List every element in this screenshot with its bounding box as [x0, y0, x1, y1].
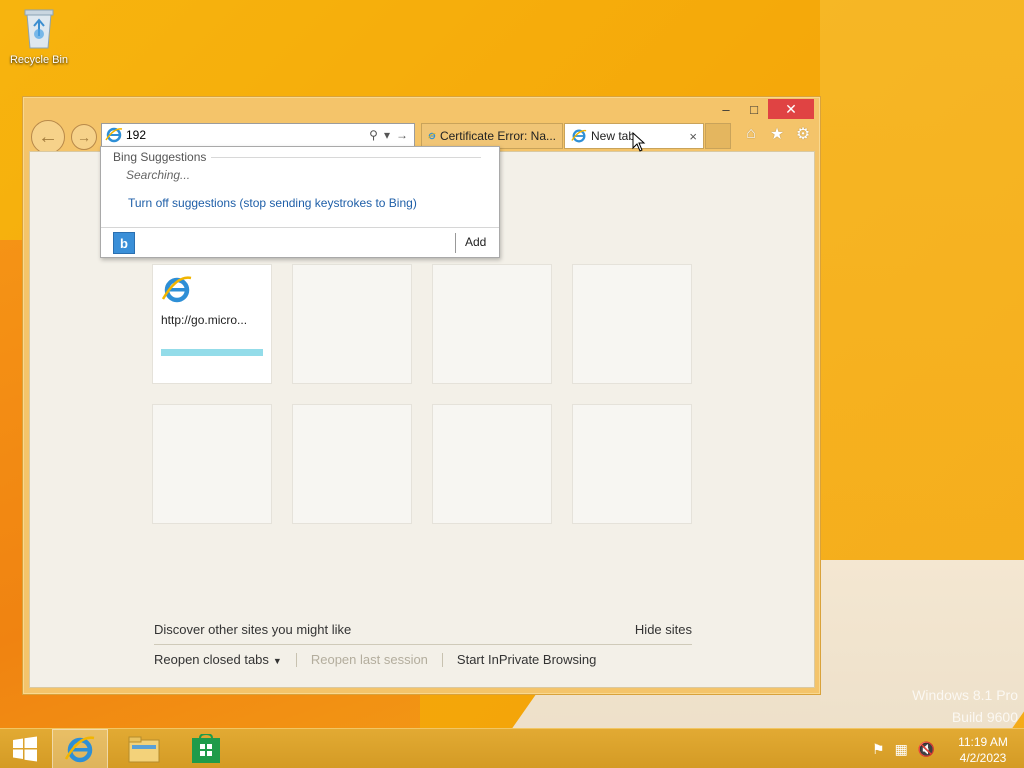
turn-off-suggestions-link[interactable]: Turn off suggestions (stop sending keyst… [128, 196, 417, 210]
folder-icon [128, 736, 160, 763]
add-search-provider-button[interactable]: Add [465, 235, 486, 249]
recycle-bin-icon [23, 6, 55, 50]
start-button[interactable] [0, 729, 50, 768]
divider [455, 233, 456, 253]
inprivate-button[interactable]: Start InPrivate Browsing [457, 652, 596, 667]
hide-sites-link[interactable]: Hide sites [635, 622, 692, 637]
clock-date: 4/2/2023 [959, 751, 1007, 765]
divider [441, 652, 443, 667]
tile-activity-bar [161, 349, 263, 356]
site-tile[interactable]: http://go.micro... [152, 264, 272, 384]
discover-link[interactable]: Discover other sites you might like [154, 622, 351, 637]
taskbar-ie-button[interactable] [52, 729, 108, 768]
ie-icon [571, 129, 587, 143]
site-tile[interactable] [432, 264, 552, 384]
clock-time: 11:19 AM [958, 735, 1008, 749]
reopen-row: Reopen closed tabs ▼ Reopen last session … [154, 652, 596, 667]
tab-label: New tab [591, 129, 636, 143]
caption-buttons: – □ ✕ [712, 99, 814, 119]
suggestions-status: Searching... [126, 168, 191, 182]
close-tab-icon[interactable]: × [689, 129, 697, 144]
new-tab-button[interactable] [705, 123, 731, 149]
minimize-button[interactable]: – [712, 99, 740, 119]
suggestions-header: Bing Suggestions [113, 150, 207, 164]
action-center-flag-icon[interactable]: ⚑ [872, 741, 885, 758]
recycle-bin-shortcut[interactable]: Recycle Bin [6, 6, 72, 66]
windows-watermark: Windows 8.1 Pro Build 9600 [912, 684, 1018, 728]
go-arrow-icon[interactable]: → [396, 128, 408, 142]
ie-icon [64, 736, 95, 763]
divider [295, 652, 297, 667]
watermark-edition: Windows 8.1 Pro [912, 687, 1018, 703]
address-tools: ⚲ ▾ → [369, 128, 408, 142]
store-icon [192, 734, 220, 763]
toolbar-icons: ⌂ ★ ⚙ [741, 123, 813, 145]
windows-logo-icon [13, 736, 37, 762]
maximize-button[interactable]: □ [740, 99, 768, 119]
tab-label: Certificate Error: Na... [439, 129, 556, 143]
reopen-closed-label: Reopen closed tabs [154, 652, 269, 667]
chevron-down-icon: ▼ [272, 656, 282, 666]
bing-icon[interactable]: b [113, 232, 135, 254]
taskbar: ⚑ ▦ 🔇 11:19 AM 4/2/2023 [0, 728, 1024, 768]
close-button[interactable]: ✕ [768, 99, 814, 119]
discover-row: Discover other sites you might like Hide… [154, 622, 692, 637]
recycle-bin-label: Recycle Bin [9, 54, 69, 66]
reopen-closed-tabs-button[interactable]: Reopen closed tabs ▼ [154, 652, 282, 667]
address-bar[interactable]: ⚲ ▾ → [101, 123, 415, 147]
taskbar-file-explorer-button[interactable] [116, 729, 172, 768]
taskbar-store-button[interactable] [178, 729, 234, 768]
gear-icon[interactable]: ⚙ [793, 123, 813, 145]
tile-label: http://go.micro... [161, 313, 248, 327]
suggestions-footer: b Add [101, 227, 499, 257]
site-tile[interactable] [432, 404, 552, 524]
search-icon[interactable]: ⚲ [369, 128, 378, 142]
divider [154, 644, 692, 645]
back-button[interactable]: ← [31, 120, 65, 154]
mouse-cursor-icon [632, 132, 646, 152]
arrow-left-icon: ← [38, 125, 58, 148]
watermark-build: Build 9600 [951, 709, 1018, 725]
arrow-right-icon: → [77, 129, 91, 145]
divider [211, 157, 481, 158]
network-icon[interactable]: ▦ [895, 741, 908, 758]
reopen-last-session-button: Reopen last session [310, 652, 428, 667]
clock[interactable]: 11:19 AM 4/2/2023 [948, 734, 1018, 766]
address-input[interactable] [126, 128, 370, 142]
chevron-down-icon[interactable]: ▾ [384, 128, 390, 142]
ie-icon [105, 127, 123, 143]
forward-button[interactable]: → [71, 124, 97, 150]
system-tray: ⚑ ▦ 🔇 [872, 741, 935, 758]
volume-muted-icon[interactable]: 🔇 [918, 741, 935, 758]
site-tile[interactable] [152, 404, 272, 524]
site-tile[interactable] [572, 404, 692, 524]
site-tile[interactable] [292, 404, 412, 524]
home-icon[interactable]: ⌂ [741, 123, 761, 145]
site-tile[interactable] [572, 264, 692, 384]
site-tile[interactable] [292, 264, 412, 384]
favorites-star-icon[interactable]: ★ [767, 123, 787, 145]
ie-icon [428, 132, 436, 140]
suggestions-dropdown: Bing Suggestions Searching... Turn off s… [100, 146, 500, 258]
ie-icon [161, 276, 192, 303]
